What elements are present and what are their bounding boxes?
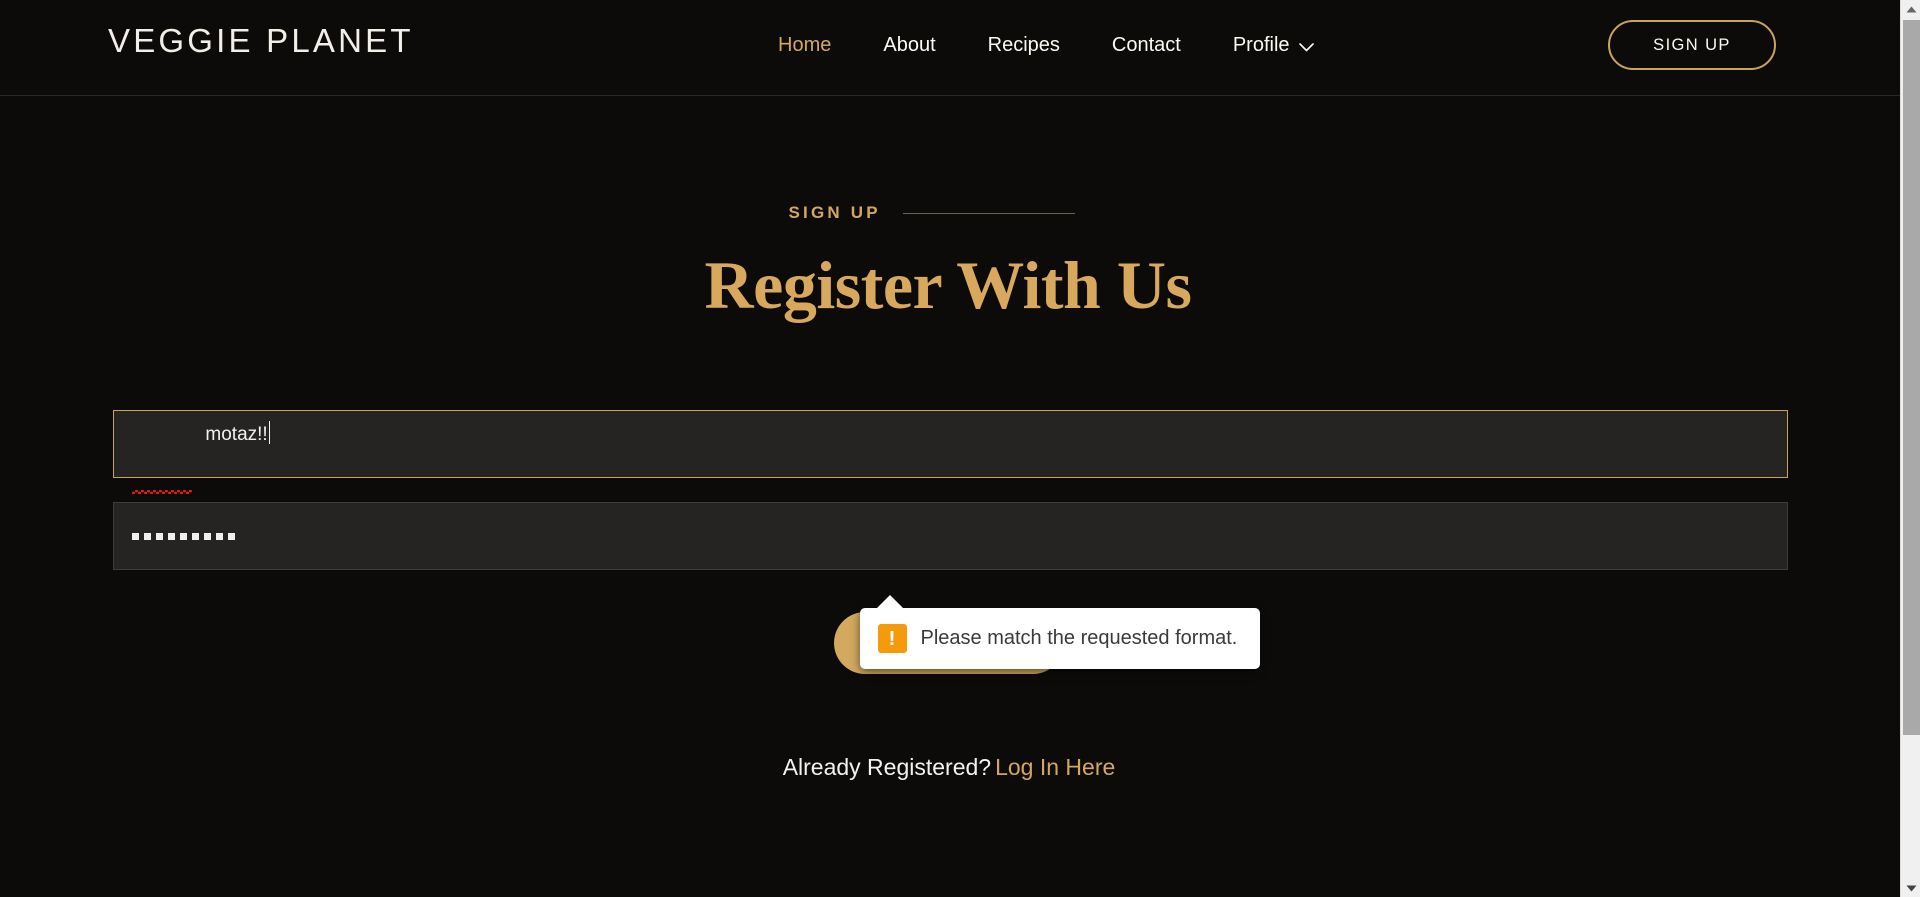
already-registered-text: Already Registered? — [782, 754, 992, 780]
nav-item-contact[interactable]: Contact — [1086, 30, 1207, 60]
username-field-value: motaz!! — [131, 399, 271, 494]
eyebrow-divider — [902, 212, 1075, 214]
scroll-up-arrow-icon[interactable] — [1901, 0, 1920, 18]
text-cursor — [268, 420, 271, 444]
site-header: VEGGIE PLANET Home About Recipes Contact… — [0, 0, 1900, 96]
password-dot — [203, 532, 211, 540]
scrollbar-thumb[interactable] — [1903, 20, 1920, 735]
page-title: Register With Us — [704, 247, 1192, 323]
section-eyebrow: SIGN UP — [788, 203, 881, 222]
password-field-value — [131, 532, 235, 540]
register-form-wrapper: SIGN UP Register With Us motaz!! Already… — [112, 96, 1788, 781]
section-eyebrow-row: SIGN UP — [113, 96, 1788, 223]
main-navigation: Home About Recipes Contact Profile — [752, 30, 1340, 60]
nav-item-home[interactable]: Home — [752, 30, 857, 60]
site-logo[interactable]: VEGGIE PLANET — [108, 22, 414, 60]
password-field[interactable] — [112, 502, 1788, 570]
validation-tooltip: ! Please match the requested format. — [859, 595, 1260, 669]
nav-item-profile[interactable]: Profile — [1207, 30, 1340, 60]
login-link[interactable]: Log In Here — [995, 754, 1115, 780]
password-dot — [191, 532, 199, 540]
password-dot — [167, 532, 175, 540]
signup-button[interactable]: SIGN UP — [1608, 20, 1776, 70]
password-dot — [155, 532, 163, 540]
vertical-scrollbar[interactable] — [1900, 0, 1920, 897]
password-dot — [179, 532, 187, 540]
chevron-down-icon — [1298, 42, 1314, 52]
page-content: VEGGIE PLANET Home About Recipes Contact… — [0, 0, 1900, 897]
username-field[interactable]: motaz!! — [112, 410, 1788, 494]
nav-item-profile-label: Profile — [1232, 34, 1290, 56]
nav-item-recipes[interactable]: Recipes — [962, 30, 1086, 60]
browser-viewport: VEGGIE PLANET Home About Recipes Contact… — [0, 0, 1920, 897]
main-content: SIGN UP Register With Us motaz!! Already… — [0, 96, 1900, 781]
already-registered-row: Already Registered? Log In Here — [113, 754, 1788, 781]
password-dot — [227, 532, 235, 540]
warning-exclamation-icon: ! — [877, 624, 907, 653]
spellcheck-underline — [131, 489, 192, 494]
scroll-down-arrow-icon[interactable] — [1901, 879, 1920, 897]
password-dot — [143, 532, 151, 540]
username-value-text: motaz!! — [205, 423, 268, 445]
validation-message: Please match the requested format. — [920, 627, 1238, 649]
password-dot — [131, 532, 139, 540]
password-dot — [215, 532, 223, 540]
nav-item-about[interactable]: About — [857, 30, 961, 60]
